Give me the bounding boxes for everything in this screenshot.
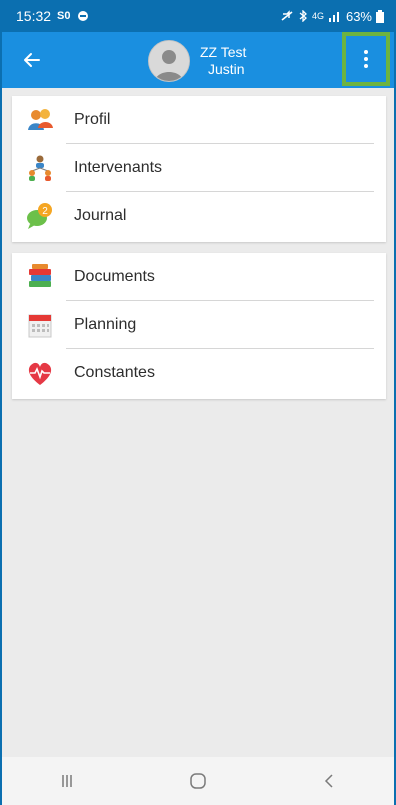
- mute-icon: [281, 10, 293, 21]
- recent-apps-icon: [62, 775, 73, 787]
- menu-item-label: Documents: [74, 268, 155, 285]
- menu-card-main: Profil Intervenants 2 Journal: [12, 96, 386, 242]
- overflow-menu-button[interactable]: [342, 32, 390, 86]
- status-time: 15:32: [16, 8, 52, 24]
- person-avatar-icon: [149, 41, 189, 81]
- menu-item-journal[interactable]: 2 Journal: [12, 192, 386, 240]
- menu-item-documents[interactable]: Documents: [12, 253, 386, 301]
- signal-icon: [328, 12, 339, 22]
- menu-item-label: Profil: [74, 111, 111, 128]
- calendar-icon: [28, 314, 52, 338]
- intervenants-icon: [29, 155, 51, 181]
- journal-icon: 2: [27, 203, 52, 229]
- app-frame: 15:32 S0 4G 63% ZZ Test Justin Profil In…: [0, 0, 396, 805]
- menu-item-planning[interactable]: Planning: [12, 301, 386, 349]
- menu-item-label: Intervenants: [74, 159, 163, 176]
- menu-card-records: Documents Planning Constantes: [12, 253, 386, 399]
- more-vert-icon: [364, 50, 368, 68]
- system-nav-bar: [2, 757, 394, 805]
- back-button[interactable]: [16, 44, 48, 76]
- documents-icon: [29, 264, 51, 287]
- recent-apps-button[interactable]: [47, 761, 87, 801]
- status-left: 15:32 S0: [16, 8, 89, 24]
- menu-item-label: Planning: [74, 316, 137, 333]
- back-arrow-icon: [24, 53, 40, 67]
- app-bar: ZZ Test Justin: [2, 32, 394, 88]
- menu-item-intervenants[interactable]: Intervenants: [12, 144, 386, 192]
- menu-item-label: Journal: [74, 207, 127, 224]
- patient-name-block: ZZ Test Justin: [200, 44, 246, 78]
- nav-back-button[interactable]: [309, 761, 349, 801]
- status-badge: S0: [57, 10, 71, 22]
- menu-item-constantes[interactable]: Constantes: [12, 349, 386, 397]
- battery-icon: [376, 9, 384, 23]
- home-icon: [190, 773, 206, 789]
- patient-name-line2: Justin: [208, 61, 245, 77]
- battery-percent: 63%: [345, 8, 372, 24]
- chevron-left-icon: [324, 774, 333, 788]
- network-type: 4G: [311, 11, 324, 21]
- menu-item-label: Constantes: [74, 364, 155, 381]
- menu-item-profil[interactable]: Profil: [12, 96, 386, 144]
- home-button[interactable]: [178, 761, 218, 801]
- journal-badge-count: 2: [42, 206, 48, 217]
- bluetooth-icon: [299, 10, 307, 22]
- status-bar: 15:32 S0 4G 63%: [2, 0, 394, 32]
- avatar: [148, 40, 190, 82]
- patient-header: ZZ Test Justin: [148, 40, 246, 82]
- status-right: 4G 63%: [280, 9, 384, 24]
- heartbeat-icon: [28, 362, 52, 385]
- patient-name-line1: ZZ Test: [200, 44, 247, 60]
- notification-dot-icon: [77, 11, 88, 21]
- profile-icon: [28, 109, 53, 130]
